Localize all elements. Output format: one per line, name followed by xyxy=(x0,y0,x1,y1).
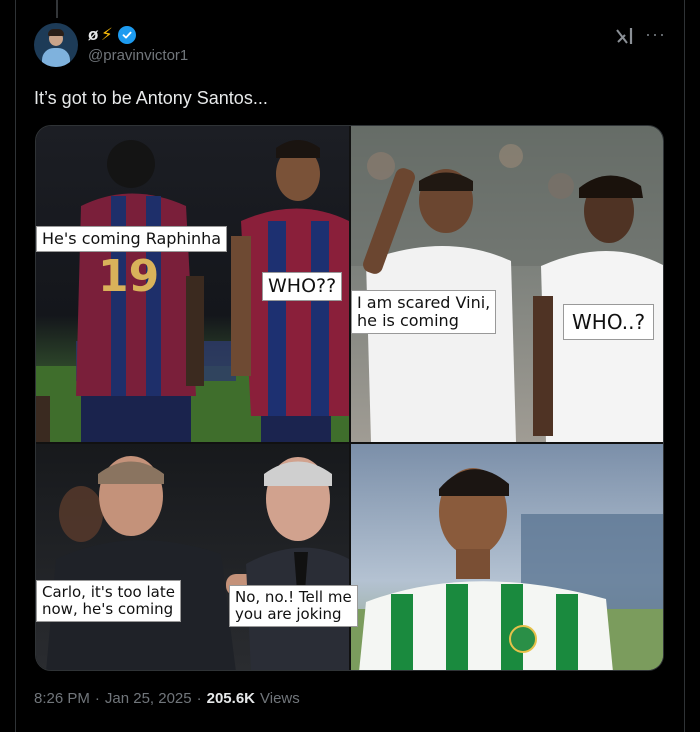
jersey-number: 19 xyxy=(98,251,159,302)
views-label: Views xyxy=(260,690,300,707)
caption-mbappe: I am scared Vini, he is coming xyxy=(351,290,497,334)
tweet-time[interactable]: 8:26 PM xyxy=(34,690,90,707)
caption-flick: Carlo, it's too late now, he's coming xyxy=(36,580,181,622)
grok-icon[interactable] xyxy=(614,26,636,46)
tweet-text: It’s got to be Antony Santos... xyxy=(34,88,268,108)
tweet-metadata: 8:26 PM · Jan 25, 2025 · 205.6K Views xyxy=(34,690,300,707)
real-madrid-players-illustration xyxy=(351,126,663,442)
meme-panel-antony xyxy=(351,444,663,670)
caption-who-vini: WHO..? xyxy=(563,304,655,341)
meme-image[interactable]: 19 He's coming Raphinha WHO?? I am scare… xyxy=(35,125,664,671)
display-name[interactable]: ø xyxy=(88,25,99,45)
more-dots-icon[interactable]: ··· xyxy=(645,24,666,44)
author-name-row[interactable]: ø ⚡ xyxy=(88,24,136,46)
author-handle[interactable]: @pravinvictor1 xyxy=(88,47,188,64)
caption-who-raphinha: WHO?? xyxy=(262,272,343,302)
bolt-emoji: ⚡ xyxy=(100,25,113,44)
verified-badge-icon xyxy=(117,26,136,44)
avatar[interactable] xyxy=(34,23,78,67)
views-count: 205.6K xyxy=(206,690,255,707)
separator: · xyxy=(196,690,202,707)
caption-ancelotti: No, no.! Tell me you are joking xyxy=(229,585,358,627)
meme-panel-coaches xyxy=(36,444,349,670)
caption-raphinha: He's coming Raphinha xyxy=(36,226,228,252)
coaches-illustration xyxy=(46,456,349,670)
thread-connector-line xyxy=(56,0,58,18)
antony-illustration xyxy=(351,468,663,670)
separator: · xyxy=(94,690,100,707)
meme-panel-real-madrid xyxy=(351,126,663,442)
tweet-date[interactable]: Jan 25, 2025 xyxy=(105,690,192,707)
